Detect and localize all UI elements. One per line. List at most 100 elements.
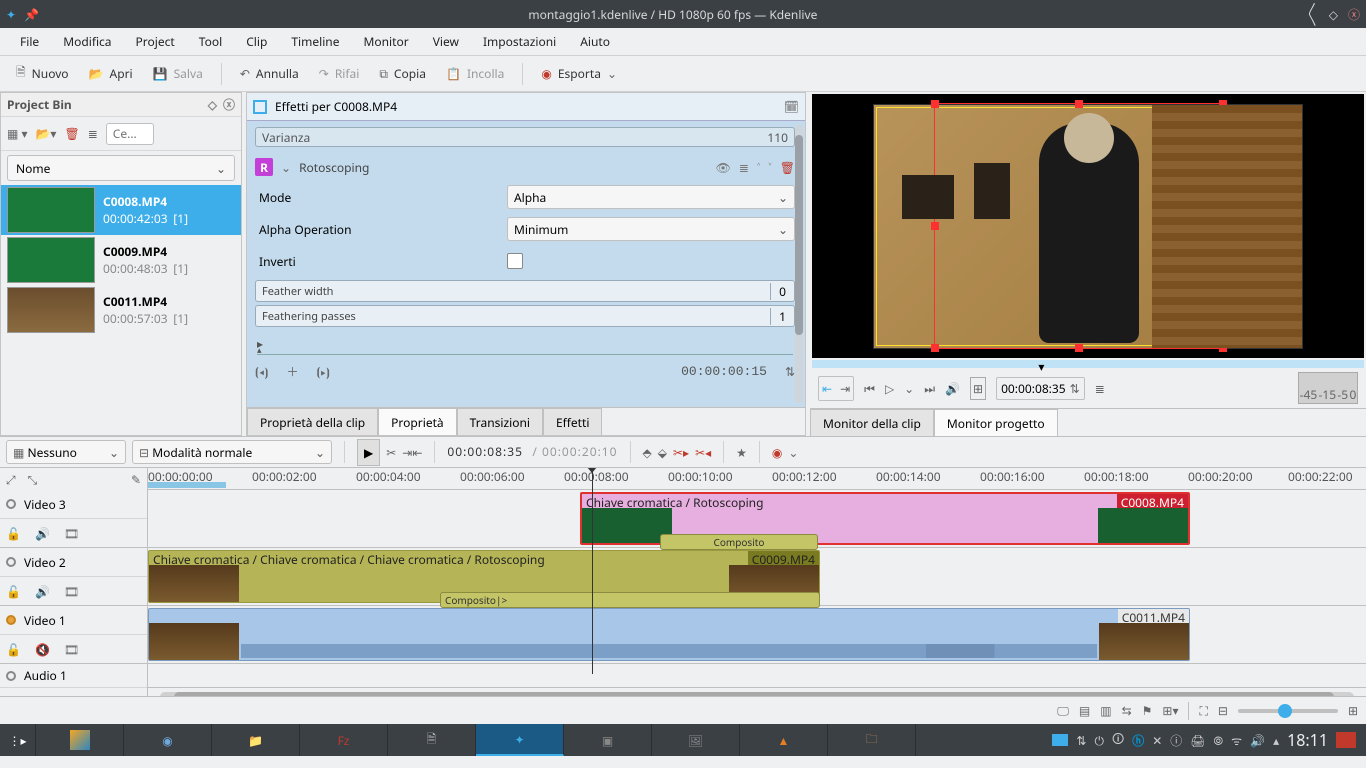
- hide-icon[interactable]: 🎞: [64, 583, 79, 600]
- rewind-icon[interactable]: ⏮: [864, 380, 875, 397]
- play-icon[interactable]: ▷: [885, 380, 894, 397]
- track-tool-icon[interactable]: ✎: [131, 471, 141, 488]
- track-v3[interactable]: Chiave cromatica / Rotoscoping C0008.MP4…: [148, 490, 1366, 548]
- timeline-body[interactable]: 00:00:00:00 00:00:02:00 00:00:04:00 00:0…: [148, 468, 1366, 696]
- track-a1[interactable]: [148, 664, 1366, 688]
- tab-clip-properties[interactable]: Proprietà della clip: [247, 408, 378, 435]
- hide-icon[interactable]: 🎞: [64, 525, 79, 542]
- export-button[interactable]: ◉Esporta ⌄: [533, 61, 625, 86]
- track-toggle[interactable]: [6, 671, 16, 681]
- monitor-viewport[interactable]: [812, 94, 1364, 358]
- pin-icon[interactable]: 📌: [24, 6, 39, 23]
- maximize-button[interactable]: ◇: [1329, 6, 1338, 23]
- tray-icon[interactable]: ⏻: [1094, 732, 1104, 749]
- tab-properties[interactable]: Proprietà: [378, 408, 457, 435]
- taskbar-app[interactable]: 🗀: [828, 724, 916, 756]
- zoom-slider[interactable]: [1238, 709, 1338, 713]
- status-icon[interactable]: 🖵: [1057, 702, 1069, 719]
- cut-icon[interactable]: ✂: [386, 444, 396, 461]
- menu-tool[interactable]: Tool: [187, 33, 234, 50]
- tray-icon[interactable]: ⓗ: [1132, 732, 1144, 749]
- delete-clip-icon[interactable]: 🗑: [64, 125, 79, 142]
- copy-button[interactable]: ⧉Copia: [371, 61, 434, 86]
- tab-clip-monitor[interactable]: Monitor della clip: [810, 409, 934, 436]
- edit-mode-select[interactable]: ⊟ Modalità normale⌄: [132, 440, 332, 464]
- effects-toggle-icon[interactable]: [253, 100, 267, 114]
- menu-view[interactable]: View: [421, 33, 471, 50]
- menu-icon[interactable]: ≣: [739, 159, 749, 176]
- clip-item[interactable]: C0009.MP4 00:00:48:03 [1]: [1, 235, 241, 285]
- forward-icon[interactable]: ⏭: [924, 380, 935, 397]
- add-keyframe-icon[interactable]: ＋: [286, 363, 298, 380]
- undo-button[interactable]: ↶Annulla: [232, 61, 307, 86]
- close-panel-icon[interactable]: ⓧ: [223, 96, 235, 113]
- tab-project-monitor[interactable]: Monitor progetto: [934, 409, 1058, 436]
- taskbar-app[interactable]: ▲: [740, 724, 828, 756]
- taskbar-app-kdenlive[interactable]: ✦: [476, 724, 564, 756]
- close-button[interactable]: ⓧ: [1348, 6, 1360, 23]
- track-toggle[interactable]: [6, 499, 16, 509]
- menu-clip[interactable]: Clip: [234, 33, 279, 50]
- menu-project[interactable]: Project: [124, 33, 187, 50]
- mute-icon[interactable]: 🔊: [35, 525, 50, 542]
- tray-icon[interactable]: ⦾: [1214, 732, 1224, 749]
- keyframe-timecode[interactable]: 00:00:00:15: [681, 364, 767, 379]
- volume-icon[interactable]: 🔊: [945, 380, 960, 397]
- tray-icon[interactable]: [1052, 734, 1068, 746]
- taskbar-app[interactable]: ◉: [124, 724, 212, 756]
- status-icon[interactable]: ▤: [1079, 702, 1090, 719]
- monitor-menu-icon[interactable]: ≣: [1095, 380, 1105, 397]
- tray-expand-icon[interactable]: ▴: [1273, 732, 1279, 749]
- hide-icon[interactable]: 🎞: [64, 641, 79, 658]
- play-timeline-icon[interactable]: ▶: [357, 439, 380, 466]
- menu-file[interactable]: File: [8, 33, 51, 50]
- save-stack-icon[interactable]: 🗓: [784, 98, 799, 115]
- prev-effect-field[interactable]: Varianza110: [255, 127, 795, 147]
- track-toggle[interactable]: [6, 615, 16, 625]
- tray-icon[interactable]: [1336, 732, 1356, 748]
- track-tool-icon[interactable]: ⤡: [28, 471, 38, 488]
- keyframe-ruler[interactable]: ▸ ▴: [257, 333, 793, 355]
- tray-icon[interactable]: ✕: [1152, 732, 1162, 749]
- zoom-out-icon[interactable]: ⊟: [1218, 702, 1228, 719]
- bin-column-header[interactable]: Nome⌄: [7, 155, 235, 181]
- mute-icon[interactable]: 🔇: [35, 641, 50, 658]
- tray-icon[interactable]: ⓘ: [1170, 732, 1182, 749]
- menu-edit[interactable]: Modifica: [51, 33, 123, 50]
- clip-item[interactable]: C0011.MP4 00:00:57:03 [1]: [1, 285, 241, 335]
- feather-width-field[interactable]: Feather width0: [255, 280, 795, 302]
- zone-in-icon[interactable]: ⇤: [822, 380, 832, 397]
- timeline-clip[interactable]: C0011.MP4: [148, 608, 1190, 661]
- taskbar-app[interactable]: 🖼: [652, 724, 740, 756]
- timeline-ruler[interactable]: 00:00:00:00 00:00:02:00 00:00:04:00 00:0…: [148, 468, 1366, 490]
- tray-icon[interactable]: 🛈: [1112, 730, 1124, 751]
- feather-passes-field[interactable]: Feathering passes1: [255, 305, 795, 327]
- tray-icon[interactable]: ᯤ: [1231, 732, 1242, 749]
- undock-icon[interactable]: ◇: [208, 96, 217, 113]
- invert-checkbox[interactable]: [507, 253, 523, 269]
- tray-icon[interactable]: 🔊: [1250, 732, 1265, 749]
- collapse-icon[interactable]: ⌄: [281, 159, 291, 176]
- visibility-icon[interactable]: 👁: [716, 159, 731, 176]
- status-icon[interactable]: ⇆: [1122, 702, 1132, 719]
- lock-icon[interactable]: 🔓: [6, 583, 21, 600]
- mute-icon[interactable]: 🔊: [35, 583, 50, 600]
- alpha-select[interactable]: Minimum⌄: [507, 217, 795, 241]
- taskbar-clock[interactable]: 18:11: [1287, 729, 1328, 751]
- playhead[interactable]: [592, 468, 593, 674]
- minimize-button[interactable]: 〱: [1307, 6, 1319, 23]
- taskbar-app[interactable]: Fz: [300, 724, 388, 756]
- zoom-in-icon[interactable]: ⊞: [1348, 702, 1358, 719]
- taskbar-app[interactable]: 📁: [212, 724, 300, 756]
- effects-scrollbar[interactable]: [795, 125, 803, 403]
- tray-icon[interactable]: 🖨: [1190, 732, 1205, 749]
- tab-effects[interactable]: Effetti: [543, 408, 602, 435]
- snap-icon[interactable]: ⬘: [643, 444, 652, 461]
- save-button[interactable]: 💾Salva: [145, 61, 211, 86]
- lock-icon[interactable]: 🔓: [6, 525, 21, 542]
- spacer-icon[interactable]: ⇥⇤: [402, 444, 422, 461]
- monitor-timecode[interactable]: 00:00:08:35⇅: [996, 377, 1085, 400]
- prev-keyframe-icon[interactable]: ⦗◂⦘: [255, 363, 268, 380]
- play-menu-icon[interactable]: ⌄: [904, 380, 914, 397]
- next-keyframe-icon[interactable]: ⦗▸⦘: [316, 363, 329, 380]
